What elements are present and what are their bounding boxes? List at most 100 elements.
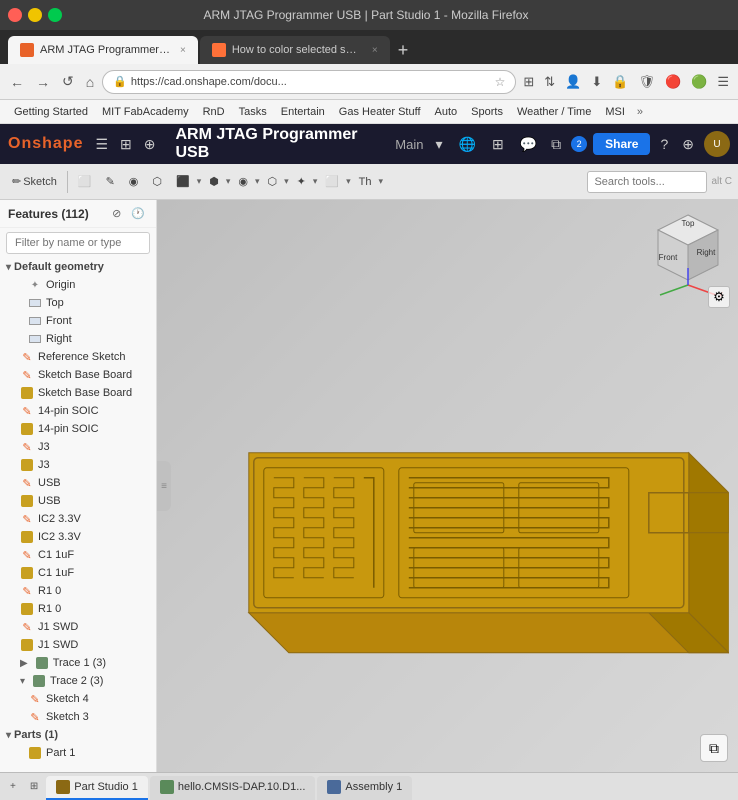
dropdown9-arrow[interactable]: ▾ [284, 176, 289, 187]
r1-sketch[interactable]: ✎ R1 0 [0, 582, 156, 600]
c1-sketch[interactable]: ✎ C1 1uF [0, 546, 156, 564]
usb-sketch[interactable]: ✎ USB [0, 474, 156, 492]
downloads-btn[interactable]: ⬇ [588, 72, 605, 92]
manage-tabs-btn[interactable]: ⊞ [24, 773, 44, 800]
bookmark-sports[interactable]: Sports [465, 104, 509, 120]
workspace-btn[interactable]: ⊞ [488, 134, 508, 155]
tool-btn-6[interactable]: ⬛ [170, 172, 196, 191]
private-mode-btn[interactable]: 🔒 [609, 72, 631, 92]
bookmark-rnd[interactable]: RnD [197, 104, 231, 120]
addon-btn1[interactable]: 🛡 [635, 72, 658, 92]
add-tab-btn[interactable]: + [4, 773, 22, 800]
front-plane-item[interactable]: Front [0, 312, 156, 330]
tool-btn-11[interactable]: ⬜ [319, 172, 345, 191]
link-btn[interactable]: ⧉ [547, 134, 565, 155]
assembly-tab[interactable]: Assembly 1 [317, 776, 412, 800]
origin-item[interactable]: ✦ Origin [0, 276, 156, 294]
address-star-icon[interactable]: ☆ [495, 75, 506, 89]
tool-dropdown-11[interactable]: ⬜ ▾ [319, 172, 350, 191]
ic2-extrude[interactable]: IC2 3.3V [0, 528, 156, 546]
back-btn[interactable]: ← [6, 72, 28, 92]
bookmark-tasks[interactable]: Tasks [233, 104, 273, 120]
dropdown7-arrow[interactable]: ▾ [226, 176, 231, 187]
forward-btn[interactable]: → [32, 72, 54, 92]
address-bar[interactable]: 🔒 https://cad.onshape.com/docu... ☆ [102, 70, 516, 94]
tool-btn-9[interactable]: ⬡ [262, 172, 284, 191]
profile-menu-btn[interactable]: ⊕ [678, 134, 698, 155]
trace2-group[interactable]: ▾ Trace 2 (3) [0, 672, 156, 690]
account-btn[interactable]: 👤 [562, 72, 584, 92]
dropdown6-arrow[interactable]: ▾ [197, 176, 202, 187]
sync-btn[interactable]: ⇅ [541, 72, 558, 92]
scroll-handle[interactable]: ≡ [157, 461, 171, 511]
browser-tab-2[interactable]: How to color selected surf... × [200, 36, 390, 64]
sketch3-item[interactable]: ✎ Sketch 3 [0, 708, 156, 726]
more-tools-btn[interactable]: ☰ [714, 72, 732, 92]
default-geometry-header[interactable]: ▾ Default geometry [0, 258, 156, 276]
dropdown12-arrow[interactable]: ▾ [378, 176, 383, 187]
reload-btn[interactable]: ↺ [58, 71, 78, 92]
j1swd-extrude[interactable]: J1 SWD [0, 636, 156, 654]
user-avatar[interactable]: U [704, 131, 730, 157]
browser-tab-1[interactable]: ARM JTAG Programmer US... × [8, 36, 198, 64]
close-window-btn[interactable] [8, 8, 22, 22]
home-btn[interactable]: ⌂ [82, 72, 98, 92]
j3-extrude[interactable]: J3 [0, 456, 156, 474]
j3-sketch[interactable]: ✎ J3 [0, 438, 156, 456]
insert-btn[interactable]: ⊕ [140, 134, 160, 155]
sketch-btn[interactable]: ✏ Sketch [6, 172, 63, 191]
help-btn[interactable]: ? [656, 134, 672, 154]
dropdown11-arrow[interactable]: ▾ [346, 176, 351, 187]
part1-item[interactable]: Part 1 [0, 744, 156, 762]
tool-btn-2[interactable]: ⬜ [72, 172, 98, 191]
tool-dropdown-6[interactable]: ⬛ ▾ [170, 172, 201, 191]
tool-dropdown-7[interactable]: ⬢ ▾ [203, 172, 230, 191]
c1-extrude[interactable]: C1 1uF [0, 564, 156, 582]
r1-extrude[interactable]: R1 0 [0, 600, 156, 618]
extensions-btn[interactable]: ⊞ [520, 72, 537, 92]
viewport-copy-btn[interactable]: ⧉ [700, 734, 728, 762]
tool-dropdown-10[interactable]: ✦ ▾ [291, 172, 318, 191]
addon-btn3[interactable]: 🟢 [688, 72, 710, 92]
reference-sketch-item[interactable]: ✎ Reference Sketch [0, 348, 156, 366]
bookmark-msi[interactable]: MSI [599, 104, 631, 120]
minimize-window-btn[interactable] [28, 8, 42, 22]
tool-btn-8[interactable]: ◉ [232, 172, 254, 191]
branch-dropdown-btn[interactable]: ▾ [431, 134, 446, 155]
dropdown10-arrow[interactable]: ▾ [313, 176, 318, 187]
parts-group-header[interactable]: ▾ Parts (1) [0, 726, 156, 744]
new-tab-btn[interactable]: + [392, 36, 415, 64]
nav-cube[interactable]: Top Front Right X [648, 210, 728, 290]
properties-btn[interactable]: ⊞ [116, 134, 136, 155]
bookmark-more-btn[interactable]: » [633, 104, 647, 120]
tool-btn-3[interactable]: ✎ [100, 172, 121, 191]
j1swd-sketch[interactable]: ✎ J1 SWD [0, 618, 156, 636]
addon-btn2[interactable]: 🔴 [662, 72, 684, 92]
tab1-close-btn[interactable]: × [180, 45, 186, 56]
feature-filter-input[interactable] [6, 232, 150, 254]
search-tools-input[interactable] [587, 171, 707, 193]
part-studio-tab[interactable]: Part Studio 1 [46, 776, 148, 800]
top-plane-item[interactable]: Top [0, 294, 156, 312]
tool-btn-5[interactable]: ⬡ [146, 172, 168, 191]
cube-settings-btn[interactable]: ⚙ [708, 286, 730, 308]
bookmark-getting-started[interactable]: Getting Started [8, 104, 94, 120]
sketch4-item[interactable]: ✎ Sketch 4 [0, 690, 156, 708]
globe-btn[interactable]: 🌐 [455, 134, 480, 155]
tool-btn-10[interactable]: ✦ [291, 172, 312, 191]
features-filter-btn[interactable]: ⊘ [109, 206, 124, 221]
tool-dropdown-9[interactable]: ⬡ ▾ [262, 172, 289, 191]
bookmark-weather[interactable]: Weather / Time [511, 104, 597, 120]
viewport[interactable]: Top Front Right X ⚙ ≡ ⧉ [157, 200, 738, 772]
dropdown8-arrow[interactable]: ▾ [255, 176, 260, 187]
share-btn[interactable]: Share [593, 133, 650, 155]
bookmark-gas-heater[interactable]: Gas Heater Stuff [333, 104, 427, 120]
tool-dropdown-12[interactable]: Th ▾ [353, 173, 383, 191]
bookmark-entertain[interactable]: Entertain [275, 104, 331, 120]
tool-btn-12[interactable]: Th [353, 173, 378, 191]
usb-extrude[interactable]: USB [0, 492, 156, 510]
hamburger-menu-btn[interactable]: ☰ [91, 134, 112, 155]
trace1-group[interactable]: ▶ Trace 1 (3) [0, 654, 156, 672]
sketch-base-board-extrude[interactable]: Sketch Base Board [0, 384, 156, 402]
maximize-window-btn[interactable] [48, 8, 62, 22]
